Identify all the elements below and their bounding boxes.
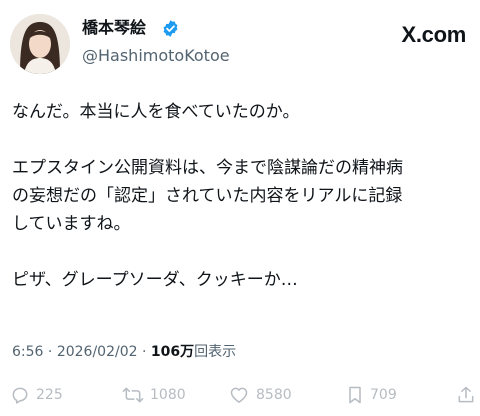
- repost-icon: [122, 387, 144, 403]
- bookmark-icon: [349, 386, 361, 404]
- post-paragraph-2: エプスタイン公開資料は、今まで陰謀論だの精神病 の妄想だの「認定」されていた内容…: [12, 154, 472, 238]
- post-paragraph-2-line: の妄想だの「認定」されていた内容をリアルに記録: [12, 186, 403, 206]
- post-text: なんだ。本当に人を食べていたのか。 エプスタイン公開資料は、今まで陰謀論だの精神…: [12, 98, 472, 294]
- post-metadata: 6:56 · 2026/02/02 · 106万回表示: [12, 342, 236, 362]
- post-date[interactable]: 2026/02/02: [57, 344, 138, 360]
- views-label: 回表示: [194, 344, 237, 360]
- share-icon: [458, 386, 474, 403]
- reply-button[interactable]: 225: [10, 384, 63, 406]
- meta-separator: ·: [137, 344, 151, 360]
- like-icon: [230, 387, 248, 403]
- avatar-image: [10, 14, 70, 74]
- share-button[interactable]: [456, 384, 480, 406]
- reply-icon: [12, 387, 28, 404]
- post-paragraph-3: ピザ、グレープソーダ、クッキーか…: [12, 270, 298, 290]
- avatar[interactable]: [10, 14, 70, 74]
- reply-count: 225: [36, 387, 63, 403]
- like-count: 8580: [256, 387, 292, 403]
- bookmark-count: 709: [370, 387, 397, 403]
- meta-separator: ·: [43, 344, 57, 360]
- bookmark-button[interactable]: 709: [346, 384, 397, 406]
- views-count: 106万: [150, 344, 195, 360]
- x-brand-logo: X.com: [401, 22, 466, 47]
- post-time[interactable]: 6:56: [12, 344, 43, 360]
- verified-badge-icon: [163, 20, 178, 37]
- like-button[interactable]: 8580: [228, 384, 292, 406]
- display-name[interactable]: 橋本琴絵: [82, 18, 146, 38]
- action-bar: 225 1080 8580 709: [10, 380, 474, 412]
- post-header: 橋本琴絵 @HashimotoKotoe X.com: [10, 14, 470, 78]
- repost-button[interactable]: 1080: [122, 384, 186, 406]
- repost-count: 1080: [150, 387, 186, 403]
- post-paragraph-2-line: していますね。: [12, 214, 131, 234]
- user-handle[interactable]: @HashimotoKotoe: [82, 46, 230, 66]
- post-paragraph-2-line: エプスタイン公開資料は、今まで陰謀論だの精神病: [12, 158, 403, 178]
- post-paragraph-1: なんだ。本当に人を食べていたのか。: [12, 102, 300, 122]
